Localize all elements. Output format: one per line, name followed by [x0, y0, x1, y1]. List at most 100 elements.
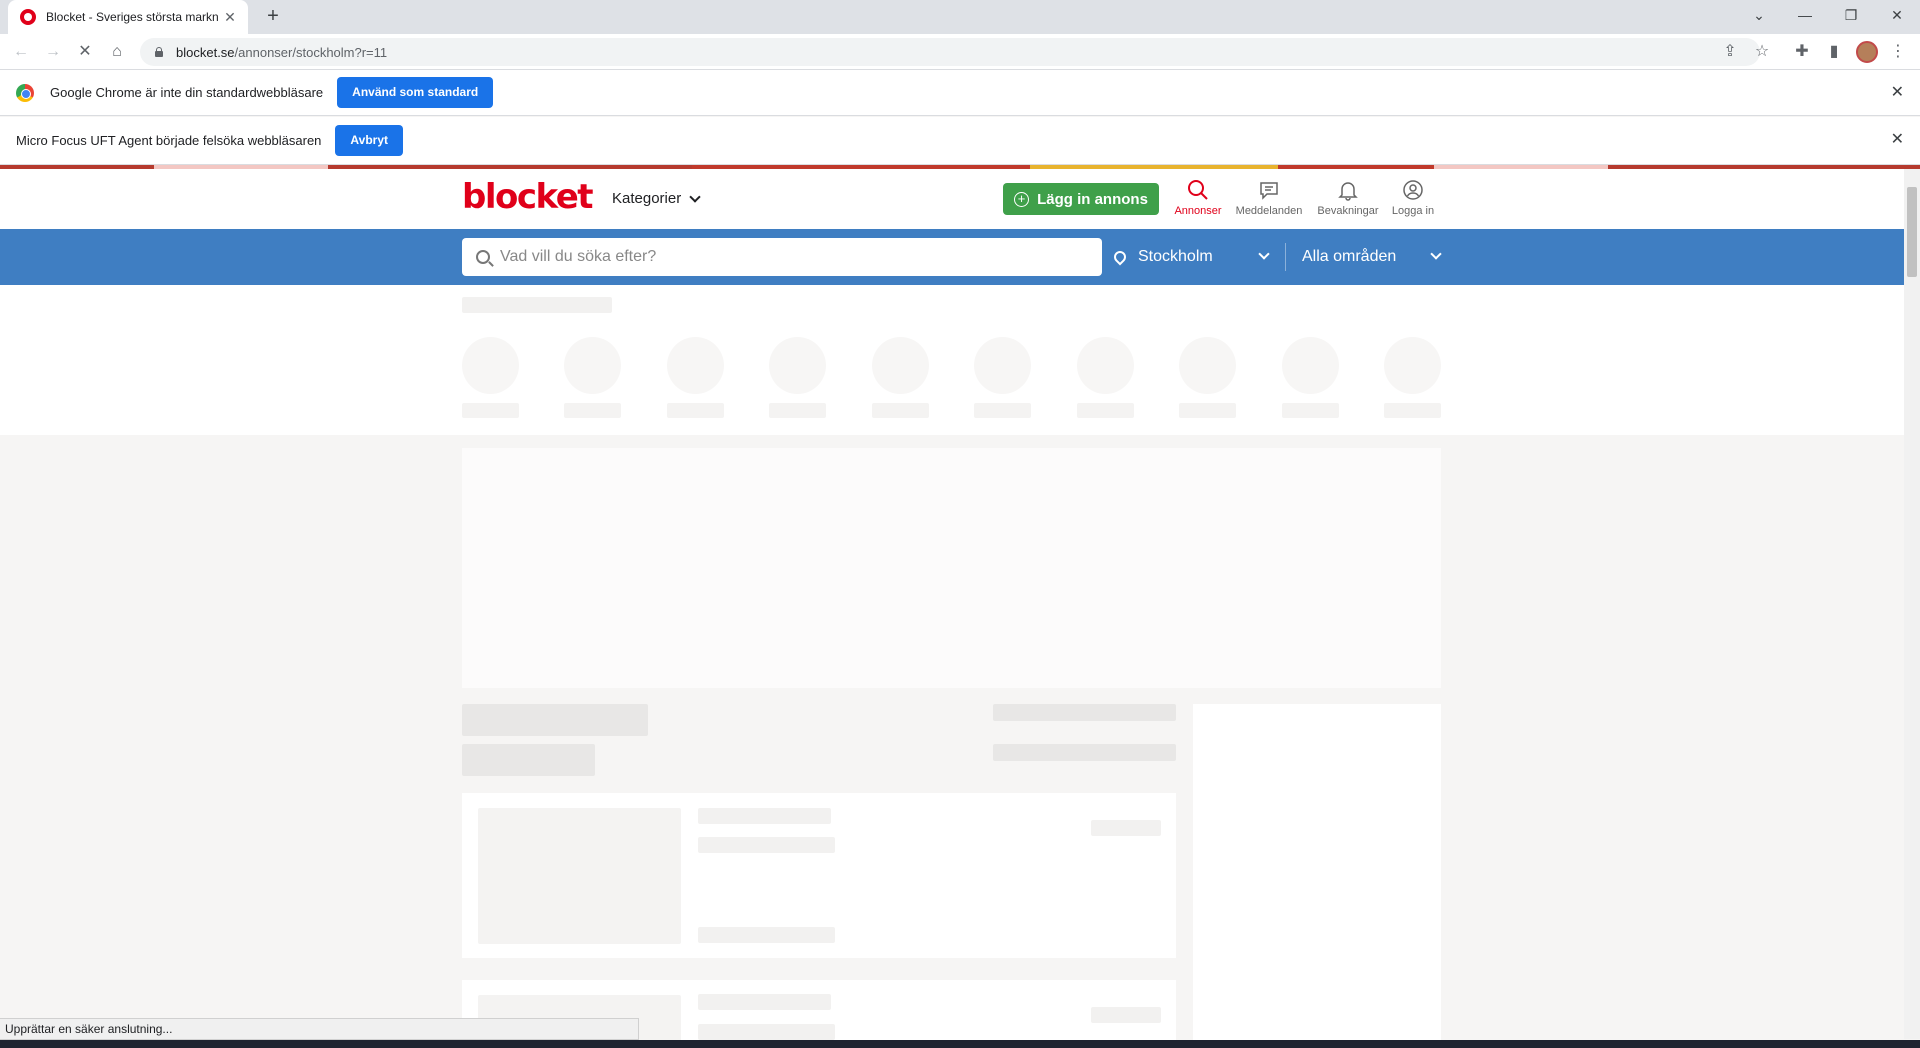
blocket-logo[interactable]: blocket: [462, 177, 594, 217]
skeleton-category-circle: [1179, 337, 1236, 394]
new-tab-button[interactable]: +: [260, 4, 286, 30]
site-header: blocket Kategorier + Lägg in annons Anno…: [0, 169, 1904, 229]
nav-ads-label: Annonser: [1174, 205, 1222, 217]
close-infobar-icon[interactable]: ✕: [1891, 82, 1904, 102]
address-bar[interactable]: blocket.se/annonser/stockholm?r=11: [140, 38, 1760, 66]
skeleton-subtitle: [462, 744, 595, 776]
nav-login-label: Logga in: [1391, 205, 1435, 217]
search-icon: [476, 250, 490, 264]
skeleton-category-circle: [769, 337, 826, 394]
set-default-button[interactable]: Använd som standard: [337, 77, 494, 108]
skeleton-category-circle: [667, 337, 724, 394]
chevron-down-icon: [1430, 248, 1442, 260]
page-scrollbar[interactable]: [1904, 169, 1920, 1039]
nav-watches[interactable]: Bevakningar: [1313, 179, 1383, 217]
skeleton-heading: [462, 297, 612, 313]
menu-dots-icon[interactable]: ⋮: [1886, 40, 1910, 64]
extensions-icon[interactable]: ✚: [1790, 40, 1814, 64]
chrome-logo-icon: [16, 83, 34, 102]
debug-infobar: Micro Focus UFT Agent började felsöka we…: [0, 117, 1920, 165]
chat-bubble-icon: [1260, 182, 1278, 200]
skeleton-sort: [993, 704, 1176, 721]
stop-loading-icon[interactable]: ✕: [73, 40, 97, 64]
categories-label: Kategorier: [612, 190, 682, 207]
scrollbar-thumb[interactable]: [1907, 187, 1917, 277]
tab-search-icon[interactable]: ⌄: [1736, 0, 1782, 30]
skeleton-line: [698, 1024, 835, 1040]
skeleton-category-label: [1384, 403, 1441, 418]
skeleton-line: [698, 927, 835, 943]
tab-close-icon[interactable]: ✕: [222, 9, 238, 26]
skeleton-category-label: [1179, 403, 1236, 418]
cancel-debug-button[interactable]: Avbryt: [335, 125, 403, 156]
skeleton-category-circle: [1282, 337, 1339, 394]
skeleton-sidebar: [1193, 704, 1441, 1044]
skeleton-banner: [462, 448, 1441, 688]
nav-login[interactable]: Logga in: [1378, 179, 1448, 217]
url-text: blocket.se/annonser/stockholm?r=11: [176, 44, 388, 60]
skeleton-category-label: [872, 403, 929, 418]
skeleton-listing-card: [462, 793, 1176, 958]
sidepanel-icon[interactable]: ▮: [1822, 40, 1846, 64]
skeleton-price: [1091, 820, 1161, 836]
restore-icon[interactable]: ❐: [1828, 0, 1874, 30]
skeleton-category-circle: [1077, 337, 1134, 394]
skeleton-category-circle: [872, 337, 929, 394]
back-arrow-icon[interactable]: ←: [9, 40, 33, 64]
forward-arrow-icon[interactable]: →: [41, 40, 65, 64]
skeleton-category-circle: [974, 337, 1031, 394]
skeleton-category-circle: [1384, 337, 1441, 394]
skeleton-price: [1091, 1007, 1161, 1023]
plus-circle-icon: +: [1014, 191, 1030, 207]
close-infobar-icon[interactable]: ✕: [1891, 129, 1904, 149]
location-select[interactable]: Stockholm: [1110, 238, 1280, 276]
chevron-down-icon: [689, 190, 701, 203]
nav-ads[interactable]: Annonser: [1163, 179, 1233, 217]
browser-tab[interactable]: Blocket - Sveriges största markn ✕: [8, 0, 248, 34]
area-value: Alla områden: [1302, 248, 1397, 265]
chevron-down-icon: [1258, 248, 1270, 260]
user-circle-icon: [1403, 180, 1423, 200]
browser-toolbar: ← → ✕ ⌂ blocket.se/annonser/stockholm?r=…: [0, 34, 1920, 70]
skeleton-category-label: [462, 403, 519, 418]
area-select[interactable]: Alla områden: [1302, 238, 1442, 276]
skeleton-category-label: [769, 403, 826, 418]
lock-icon[interactable]: [154, 47, 164, 57]
infobar-message: Micro Focus UFT Agent började felsöka we…: [16, 133, 322, 148]
skeleton-thumbnail: [478, 808, 681, 944]
search-band: Vad vill du söka efter? Stockholm Alla o…: [0, 229, 1904, 285]
location-value: Stockholm: [1138, 248, 1213, 265]
search-placeholder: Vad vill du söka efter?: [500, 248, 657, 265]
skeleton-category-label: [974, 403, 1031, 418]
skeleton-line: [698, 837, 835, 853]
skeleton-category-label: [564, 403, 621, 418]
search-input[interactable]: Vad vill du söka efter?: [462, 238, 1102, 276]
os-taskbar: [0, 1040, 1920, 1048]
home-icon[interactable]: ⌂: [105, 40, 129, 64]
default-browser-infobar: Google Chrome är inte din standardwebblä…: [0, 70, 1920, 116]
minimize-icon[interactable]: —: [1782, 0, 1828, 30]
status-bubble: Upprättar en säker anslutning...: [0, 1018, 639, 1040]
nav-watches-label: Bevakningar: [1317, 205, 1379, 217]
nav-messages-label: Meddelanden: [1235, 205, 1303, 217]
skeleton-category-label: [1282, 403, 1339, 418]
tab-title: Blocket - Sveriges största markn: [46, 10, 219, 24]
blocket-favicon-icon: [20, 9, 36, 25]
profile-avatar[interactable]: [1856, 41, 1878, 63]
share-icon[interactable]: ⇪: [1718, 40, 1742, 64]
infobar-message: Google Chrome är inte din standardwebblä…: [50, 85, 324, 100]
skeleton-line: [698, 994, 831, 1010]
skeleton-category-label: [1077, 403, 1134, 418]
categories-dropdown[interactable]: Kategorier: [612, 190, 701, 207]
category-skeleton-section: [0, 285, 1904, 435]
skeleton-category-label: [667, 403, 724, 418]
nav-messages[interactable]: Meddelanden: [1234, 179, 1304, 217]
star-icon[interactable]: ☆: [1750, 40, 1774, 64]
skeleton-line: [698, 808, 831, 824]
post-ad-button[interactable]: + Lägg in annons: [1003, 183, 1159, 215]
skeleton-title: [462, 704, 648, 736]
skeleton-filter: [993, 744, 1176, 761]
close-window-icon[interactable]: ✕: [1874, 0, 1920, 30]
divider: [1285, 243, 1286, 271]
skeleton-category-circle: [462, 337, 519, 394]
